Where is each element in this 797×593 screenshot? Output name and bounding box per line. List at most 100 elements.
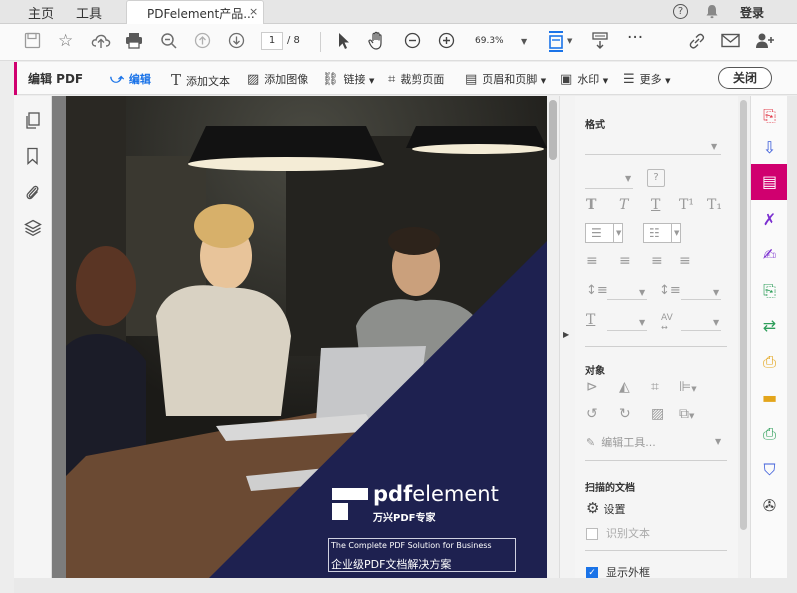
- character-spacing-dropdown-icon[interactable]: ▼: [713, 318, 719, 327]
- rotate-right-icon[interactable]: ↻: [619, 407, 631, 421]
- fill-sign-icon[interactable]: ✗: [751, 202, 788, 238]
- more-button[interactable]: ☰ 更多 ▼: [623, 71, 671, 87]
- align-left-icon[interactable]: ≡: [586, 254, 598, 268]
- font-family-dropdown-icon[interactable]: ▼: [711, 142, 717, 151]
- horizontal-scale-dropdown-icon[interactable]: ▼: [639, 318, 645, 327]
- paragraph-spacing-icon[interactable]: ↕≡: [659, 284, 681, 297]
- image-icon: ▨: [247, 72, 260, 87]
- align-right-icon[interactable]: ≡: [651, 254, 663, 268]
- flip-horizontal-icon[interactable]: ⊳: [586, 380, 598, 394]
- edit-pdf-tool-icon[interactable]: ▤: [751, 164, 788, 200]
- login-link[interactable]: 登录: [740, 4, 764, 21]
- page-fit-dropdown-icon[interactable]: ▼: [567, 37, 572, 45]
- print-icon[interactable]: [125, 32, 143, 49]
- rotate-left-icon[interactable]: ↺: [586, 407, 598, 421]
- protect-shield-icon[interactable]: ⛉: [751, 452, 788, 488]
- add-user-icon[interactable]: [755, 32, 775, 50]
- page-fit-icon[interactable]: [547, 30, 565, 52]
- page-thumbnails-icon[interactable]: [25, 112, 41, 130]
- more-options-icon[interactable]: ···: [627, 30, 643, 47]
- bell-icon[interactable]: [705, 4, 719, 19]
- crop-page-button[interactable]: ⌗ 裁剪页面: [388, 71, 444, 87]
- bold-text-icon[interactable]: T: [586, 198, 596, 212]
- recognize-text-option[interactable]: 识别文本: [586, 525, 650, 541]
- more-tools-icon[interactable]: ✇: [751, 488, 788, 524]
- attachment-icon[interactable]: [25, 182, 40, 201]
- italic-text-icon[interactable]: T: [619, 198, 628, 212]
- numbered-list-icon[interactable]: ☷ ▼: [643, 223, 681, 243]
- align-center-icon[interactable]: ≡: [619, 254, 631, 268]
- line-spacing-dropdown-icon[interactable]: ▼: [639, 288, 645, 297]
- arrange-objects-icon[interactable]: ⧉▼: [679, 407, 694, 421]
- zoom-out-icon[interactable]: [404, 32, 421, 49]
- upload-cloud-icon[interactable]: [91, 32, 111, 49]
- combine-files-icon[interactable]: ⎘: [751, 273, 788, 309]
- horizontal-scale-icon[interactable]: T: [586, 313, 595, 327]
- create-pdf-icon[interactable]: ⎘: [751, 98, 788, 134]
- align-justify-icon[interactable]: ≡: [679, 254, 691, 268]
- bookmark-icon[interactable]: [26, 147, 39, 165]
- crop-object-icon[interactable]: ⌗: [651, 380, 659, 394]
- help-circle-icon[interactable]: ?: [673, 4, 688, 19]
- font-help-icon[interactable]: ?: [647, 169, 665, 187]
- comment-icon[interactable]: ▬: [751, 380, 788, 416]
- edit-tool-select[interactable]: ✎ 编辑工具...: [586, 434, 656, 450]
- save-icon[interactable]: [24, 32, 41, 49]
- close-edit-button[interactable]: 关闭: [718, 67, 772, 89]
- underline-text-icon[interactable]: T: [651, 198, 660, 212]
- panel-scroll-thumb[interactable]: [740, 100, 747, 530]
- line-spacing-select[interactable]: [607, 299, 647, 300]
- flip-vertical-icon[interactable]: ◭: [619, 380, 630, 394]
- next-page-icon[interactable]: [228, 32, 245, 49]
- zoom-dropdown-arrow-icon[interactable]: ▼: [521, 37, 527, 46]
- font-size-select[interactable]: [585, 188, 633, 189]
- recognize-text-checkbox[interactable]: [586, 528, 598, 540]
- align-objects-icon[interactable]: ⊫▼: [679, 380, 697, 394]
- edit-tool-dropdown-icon[interactable]: ▼: [715, 437, 721, 446]
- hand-tool-icon[interactable]: [368, 31, 386, 50]
- collapse-right-pane-icon[interactable]: ▶: [563, 330, 569, 339]
- scan-document-icon[interactable]: ⎙: [751, 416, 788, 452]
- page-number-input[interactable]: 1: [261, 32, 283, 50]
- edit-mode-button[interactable]: ⤻ 编辑: [110, 71, 151, 87]
- bullet-list-icon[interactable]: ☰ ▼: [585, 223, 623, 243]
- menu-tools[interactable]: 工具: [76, 3, 102, 22]
- zoom-out-search-icon[interactable]: [160, 32, 178, 50]
- character-spacing-icon[interactable]: AV ↔: [661, 313, 673, 333]
- signature-icon[interactable]: ✍: [751, 237, 788, 273]
- subscript-text-icon[interactable]: T₁: [707, 198, 722, 212]
- line-spacing-icon[interactable]: ↕≡: [586, 284, 608, 297]
- select-cursor-icon[interactable]: [337, 32, 351, 50]
- link-edit-icon[interactable]: [688, 32, 706, 50]
- export-pdf-icon[interactable]: ⇩: [751, 130, 788, 166]
- document-scroll-thumb[interactable]: [549, 100, 557, 160]
- character-spacing-select[interactable]: [681, 330, 721, 331]
- pdf-page[interactable]: pdfelement 万兴PDF专家 The Complete PDF Solu…: [66, 96, 547, 578]
- watermark-button[interactable]: ▣ 水印 ▼: [560, 71, 608, 87]
- tab-close-button[interactable]: ×: [249, 5, 258, 18]
- mail-icon[interactable]: [721, 33, 740, 48]
- font-size-dropdown-icon[interactable]: ▼: [625, 174, 631, 183]
- paragraph-spacing-select[interactable]: [681, 299, 721, 300]
- previous-page-icon[interactable]: [194, 32, 211, 49]
- layers-icon[interactable]: [24, 219, 42, 236]
- header-footer-button[interactable]: ▤ 页眉和页脚 ▼: [465, 71, 546, 87]
- link-button[interactable]: ⛓ 链接 ▼: [322, 71, 374, 87]
- superscript-text-icon[interactable]: T¹: [679, 198, 694, 212]
- organize-pages-icon[interactable]: ⇄: [751, 308, 788, 344]
- add-image-button[interactable]: ▨ 添加图像: [247, 71, 308, 87]
- scroll-mode-icon[interactable]: [591, 31, 609, 51]
- zoom-in-icon[interactable]: [438, 32, 455, 49]
- menu-home[interactable]: 主页: [28, 3, 54, 22]
- document-tab[interactable]: PDFelement产品... ×: [126, 0, 264, 25]
- compress-pdf-icon[interactable]: ⎙: [751, 344, 788, 380]
- horizontal-scale-select[interactable]: [607, 330, 647, 331]
- replace-image-icon[interactable]: ▨: [651, 407, 664, 421]
- document-scrollbar[interactable]: [547, 96, 559, 578]
- ocr-settings-button[interactable]: ⚙ 设置: [586, 499, 625, 517]
- zoom-level-select[interactable]: 69.3%: [475, 36, 504, 46]
- font-family-select[interactable]: [585, 154, 721, 155]
- paragraph-spacing-dropdown-icon[interactable]: ▼: [713, 288, 719, 297]
- add-text-button[interactable]: T 添加文本: [171, 71, 230, 89]
- bookmark-star-icon[interactable]: ☆: [58, 33, 73, 50]
